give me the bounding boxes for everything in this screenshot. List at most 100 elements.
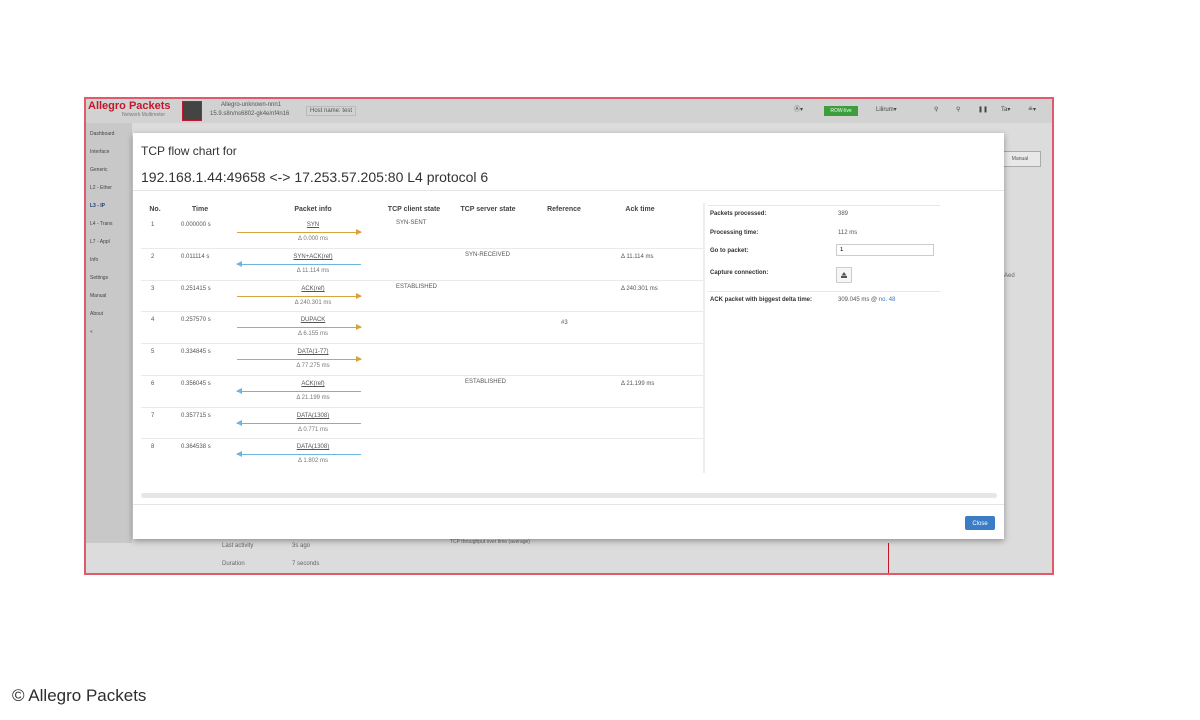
app-logo-subtitle: Network Multimeter	[122, 112, 166, 118]
row-time: 0.011114 s	[181, 254, 210, 260]
sidebar-item-l2[interactable]: L2 - Ether	[90, 185, 112, 191]
flow-row[interactable]: 4 0.257570 s DUPACK Δ 6.155 ms #3	[141, 311, 703, 344]
tcp-flow-chart-modal: TCP flow chart for 192.168.1.44:49658 <-…	[133, 133, 1004, 539]
processing-time-value: 112 ms	[838, 230, 858, 236]
col-reference: Reference	[547, 206, 581, 213]
server-state: ESTABLISHED	[465, 379, 506, 385]
col-server-state: TCP server state	[460, 206, 516, 213]
row-time: 0.000000 s	[181, 222, 211, 228]
row-number: 5	[151, 349, 155, 355]
packet-label: SYN+ACK(ref)	[293, 254, 333, 260]
sidebar-item-settings[interactable]: Settings	[90, 275, 108, 281]
chart-marker-line	[888, 543, 889, 573]
client-state: ESTABLISHED	[396, 284, 437, 290]
flow-table[interactable]: No. Time Packet info TCP client state TC…	[141, 203, 703, 470]
sidebar-item-dashboard[interactable]: Dashboard	[90, 131, 114, 137]
ack-biggest-delta-value: 309.045 ms @ no. 48	[838, 297, 895, 303]
device-name: Allegro-unknown-nnn1	[221, 102, 282, 108]
flow-row[interactable]: 3 0.251415 s ACK(ref) Δ 240.301 ms ESTABLISH…	[141, 280, 703, 312]
interface-dropdown[interactable]: Lilirum▾	[876, 105, 897, 116]
packet-delta: Δ 240.301 ms	[294, 300, 332, 306]
search-icon[interactable]: ⚲	[934, 105, 938, 116]
sidebar-item-l7[interactable]: L7 - Appl	[90, 239, 110, 245]
account-dropdown[interactable]: ≗▾	[1028, 105, 1036, 116]
ack-delta-time: 309.045 ms @	[838, 297, 878, 303]
client-to-server-arrow	[237, 324, 362, 330]
sidebar-item-l3[interactable]: L3 - IP	[90, 203, 105, 209]
sidebar-item-generic[interactable]: Generic	[90, 167, 108, 173]
packets-processed-value: 389	[838, 211, 849, 217]
row-number: 4	[151, 317, 155, 323]
col-ack-time: Ack time	[625, 206, 655, 213]
col-no: No.	[149, 206, 161, 213]
processing-time-label: Processing time:	[710, 230, 759, 236]
ack-time: Δ 21.199 ms	[621, 381, 655, 387]
packet-delta: Δ 11.114 ms	[296, 268, 330, 274]
app-logo[interactable]: Allegro Packets	[88, 100, 171, 112]
sidebar-item-manual[interactable]: Manual	[90, 293, 106, 299]
sidebar-item-interface[interactable]: Interface	[90, 149, 109, 155]
col-time: Time	[191, 206, 209, 213]
panel-divider	[703, 203, 705, 473]
flow-row[interactable]: 7 0.357715 s DATA(1308) Δ 0.771 ms	[141, 407, 703, 439]
language-dropdown[interactable]: Ta▾	[1001, 105, 1010, 116]
user-dropdown[interactable]: Ⓐ▾	[794, 105, 803, 116]
flow-row[interactable]: 5 0.334845 s DATA(1-77) Δ 77.275 ms	[141, 343, 703, 376]
ack-packet-link[interactable]: no. 48	[879, 297, 896, 303]
goto-packet-input[interactable]	[836, 244, 934, 256]
packet-delta: Δ 0.000 ms	[297, 236, 329, 242]
duration-value: 7 seconds	[292, 561, 320, 567]
throughput-legend: TCP throughput over time (average)	[450, 539, 530, 545]
ack-biggest-delta-label: ACK packet with biggest delta time:	[710, 297, 813, 303]
packet-label: DUPACK	[300, 317, 326, 323]
row-time: 0.357715 s	[181, 413, 211, 419]
packet-label: SYN	[306, 222, 320, 228]
live-badge[interactable]: ROW-live	[824, 106, 858, 116]
zoom-icon[interactable]: ⚲	[956, 105, 960, 116]
last-activity-value: 3s ago	[292, 543, 311, 549]
server-to-client-arrow	[236, 420, 361, 426]
footer-divider	[133, 504, 1004, 505]
server-to-client-arrow	[236, 261, 361, 267]
capture-download-button[interactable]	[836, 267, 852, 283]
pause-icon[interactable]: ❚❚	[978, 105, 988, 116]
flow-row[interactable]: 2 0.011114 s SYN+ACK(ref) Δ 11.114 ms SYN-RE…	[141, 248, 703, 281]
close-button[interactable]: Close	[965, 516, 995, 530]
sidebar-item-l4[interactable]: L4 - Trans	[90, 221, 113, 227]
flow-row[interactable]: 8 0.364538 s DATA(1308) Δ 1.802 ms	[141, 438, 703, 470]
row-number: 2	[151, 254, 155, 260]
row-number: 1	[151, 222, 155, 228]
download-icon	[841, 272, 847, 278]
duration-label: Duration	[222, 561, 245, 567]
right-tab[interactable]: Aed	[1004, 273, 1015, 279]
col-client-state: TCP client state	[387, 206, 441, 213]
packet-label: ACK(ref)	[301, 381, 325, 387]
row-number: 7	[151, 413, 155, 419]
watermark: © Allegro Packets	[12, 686, 147, 705]
capture-connection-label: Capture connection:	[710, 270, 769, 276]
client-to-server-arrow	[237, 229, 362, 235]
packet-delta: Δ 77.275 ms	[296, 363, 330, 369]
connection-title: 192.168.1.44:49658 <-> 17.253.57.205:80 …	[141, 169, 489, 185]
sidebar: Dashboard Interface Generic L2 - Ether L…	[86, 123, 132, 543]
col-packet-info: Packet info	[294, 206, 332, 213]
horizontal-scrollbar[interactable]	[141, 493, 997, 498]
packets-processed-label: Packets processed:	[710, 211, 767, 217]
row-number: 3	[151, 286, 155, 292]
ack-time: Δ 240.301 ms	[621, 286, 658, 292]
sidebar-collapse[interactable]: «	[90, 329, 93, 335]
client-state: SYN-SENT	[396, 220, 427, 226]
header-divider	[133, 190, 1004, 191]
server-to-client-arrow	[236, 451, 361, 457]
flow-row[interactable]: 1 0.000000 s SYN Δ 0.000 ms SYN-SENT	[141, 217, 703, 248]
hostname-field[interactable]: Host name: test	[306, 106, 357, 116]
row-time: 0.364538 s	[181, 444, 211, 450]
packet-delta: Δ 6.155 ms	[297, 331, 329, 337]
flow-row[interactable]: 6 0.356045 s ACK(ref) Δ 21.199 ms ESTABLISHE…	[141, 375, 703, 408]
sidebar-item-about[interactable]: About	[90, 311, 103, 317]
device-version: 15.9.s8n/ns6802-gk4e/nf4n16	[210, 111, 290, 117]
manual-button[interactable]: Manual	[999, 151, 1041, 167]
app-header: Allegro Packets Network Multimeter Alleg…	[86, 99, 1052, 123]
sidebar-item-info[interactable]: Info	[90, 257, 98, 263]
packet-label: DATA(1-77)	[297, 349, 329, 355]
